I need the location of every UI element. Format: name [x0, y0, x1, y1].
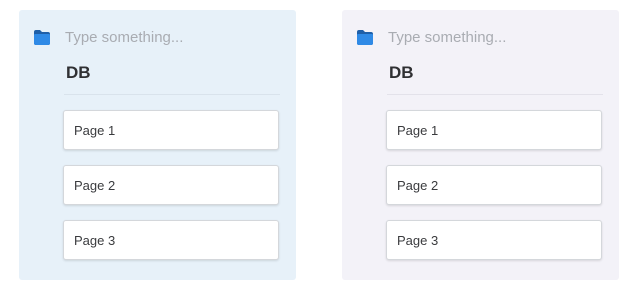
page-card[interactable]: Page 2 [386, 165, 602, 205]
page-card[interactable]: Page 3 [63, 220, 279, 260]
title-input-placeholder[interactable]: Type something... [65, 29, 183, 46]
page-card[interactable]: Page 2 [63, 165, 279, 205]
database-panel-right: Type something... DB Page 1 Page 2 Page … [342, 10, 619, 280]
database-panel-left: Type something... DB Page 1 Page 2 Page … [19, 10, 296, 280]
page-card[interactable]: Page 3 [386, 220, 602, 260]
page-label: Page 2 [397, 178, 439, 193]
page-label: Page 3 [74, 233, 116, 248]
database-title[interactable]: DB [389, 63, 414, 83]
folder-icon [357, 30, 373, 45]
page-label: Page 1 [397, 123, 439, 138]
page-label: Page 3 [397, 233, 439, 248]
title-input-placeholder[interactable]: Type something... [388, 29, 506, 46]
page-label: Page 1 [74, 123, 116, 138]
database-title[interactable]: DB [66, 63, 91, 83]
divider [64, 94, 280, 95]
page-card[interactable]: Page 1 [63, 110, 279, 150]
divider [387, 94, 603, 95]
page-label: Page 2 [74, 178, 116, 193]
page-card[interactable]: Page 1 [386, 110, 602, 150]
folder-icon [34, 30, 50, 45]
board: Type something... DB Page 1 Page 2 Page … [0, 0, 629, 289]
